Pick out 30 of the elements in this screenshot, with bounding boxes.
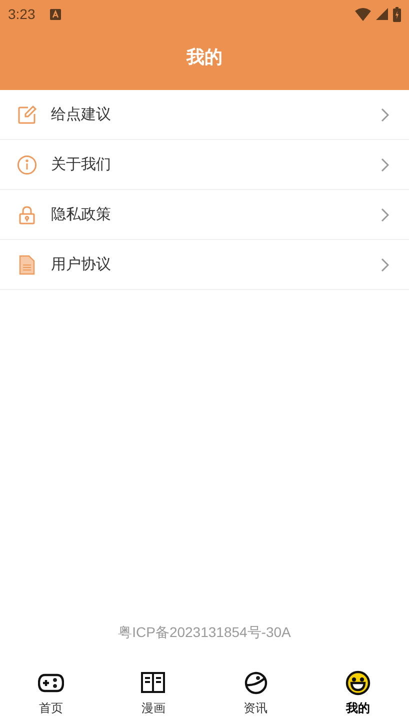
menu-label: 用户协议 [51, 255, 112, 274]
chevron-right-icon [381, 258, 389, 272]
icp-license-text: 粤ICP备2023131854号-30A [117, 624, 292, 642]
nav-tab[interactable]: 漫画 [102, 664, 204, 728]
chevron-right-icon [381, 108, 389, 122]
menu-label: 隐私政策 [51, 205, 112, 224]
battery-icon [393, 6, 401, 22]
menu-item[interactable]: 给点建议 [0, 90, 409, 140]
nav-tab[interactable]: 资讯 [204, 664, 307, 728]
notification-icon [50, 8, 62, 20]
page-title: 我的 [185, 46, 224, 70]
status-time: 3:23 [8, 6, 36, 22]
lock-icon [17, 204, 37, 224]
edit-icon [17, 104, 37, 124]
book-icon [140, 670, 166, 696]
wifi-icon [355, 8, 371, 20]
chevron-right-icon [381, 158, 389, 172]
nav-tab[interactable]: 首页 [0, 664, 102, 728]
signal-icon [376, 8, 388, 20]
menu-item[interactable]: 隐私政策 [0, 190, 409, 240]
nav-tab[interactable]: 我的 [306, 664, 409, 728]
document-icon [17, 254, 37, 274]
menu-label: 给点建议 [51, 105, 112, 124]
menu-label: 关于我们 [51, 155, 112, 174]
info-icon [17, 154, 37, 174]
menu-item[interactable]: 用户协议 [0, 240, 409, 290]
smiley-icon [344, 670, 371, 696]
menu-item[interactable]: 关于我们 [0, 140, 409, 190]
planet-icon [242, 670, 269, 696]
chevron-right-icon [381, 208, 389, 222]
